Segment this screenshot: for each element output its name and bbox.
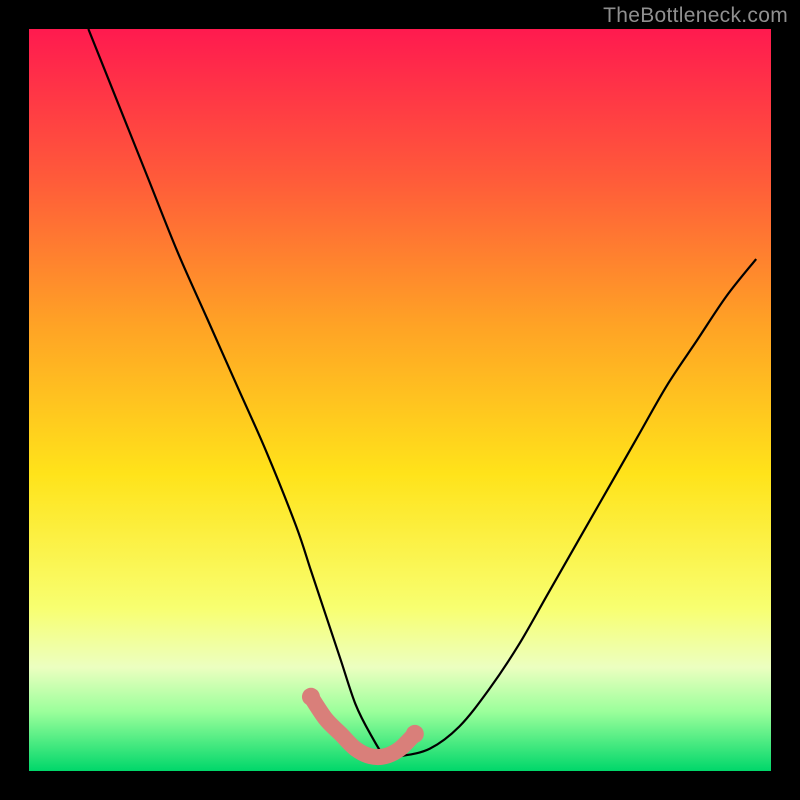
bottleneck-chart xyxy=(0,0,800,800)
watermark-text: TheBottleneck.com xyxy=(603,4,788,28)
plot-background xyxy=(29,29,771,771)
chart-frame: TheBottleneck.com xyxy=(0,0,800,800)
